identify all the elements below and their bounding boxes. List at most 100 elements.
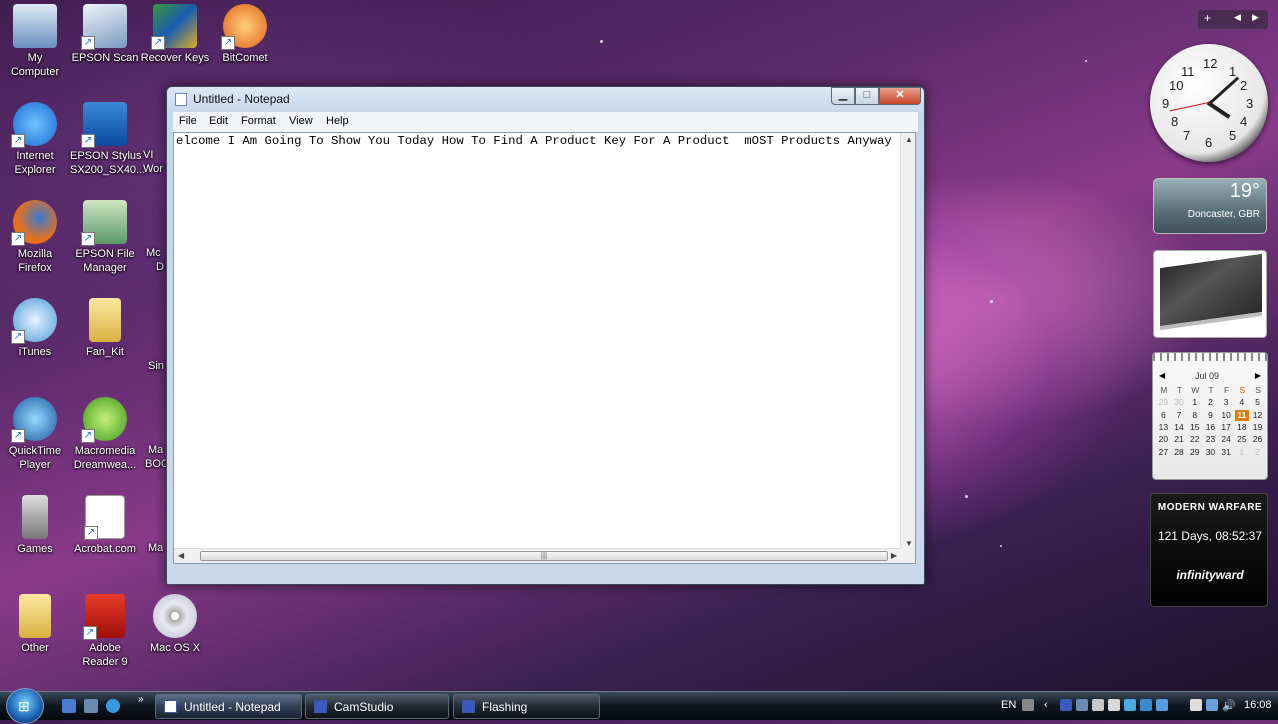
start-button[interactable]: ⊞ (6, 688, 44, 724)
menu-help[interactable]: Help (326, 115, 349, 127)
calendar-day[interactable]: 17 (1219, 422, 1234, 433)
countdown-gadget[interactable]: MODERN WARFARE 121 Days, 08:52:37 infini… (1150, 493, 1268, 607)
calendar-day[interactable]: 21 (1172, 434, 1187, 445)
weather-gadget[interactable]: 19° Doncaster, GBR (1153, 178, 1267, 234)
tray-app-icon[interactable] (1140, 699, 1152, 711)
quick-launch-expand-icon[interactable]: » (138, 694, 144, 705)
clock-time[interactable]: 16:08 (1244, 699, 1272, 711)
calendar-day[interactable]: 24 (1219, 434, 1234, 445)
notepad-window[interactable]: Untitled - Notepad ▁ □ ✕ File Edit Forma… (166, 86, 925, 585)
calendar-day[interactable]: 26 (1250, 434, 1265, 445)
calendar-day[interactable]: 7 (1172, 410, 1187, 421)
language-indicator[interactable]: EN (1001, 699, 1016, 711)
desktop-icon-firefox[interactable]: ↗ Mozilla Firefox (0, 200, 70, 275)
calendar-day[interactable]: 2 (1203, 397, 1218, 408)
taskbar-button-camstudio[interactable]: CamStudio (305, 694, 449, 719)
menu-view[interactable]: View (289, 115, 313, 127)
clock-gadget[interactable]: 12 1 2 3 4 5 6 7 8 9 10 11 (1150, 44, 1268, 162)
calendar-day[interactable]: 9 (1203, 410, 1218, 421)
tray-app-icon[interactable] (1060, 699, 1072, 711)
desktop-icon-epson-stylus[interactable]: ↗ EPSON Stylus SX200_SX40... (70, 102, 145, 177)
calendar-day[interactable]: 29 (1156, 397, 1171, 408)
calendar-prev-icon[interactable]: ◀ (1159, 371, 1165, 380)
tray-app-icon[interactable] (1076, 699, 1088, 711)
sound-card-gadget[interactable] (1153, 250, 1267, 338)
taskbar-button-notepad[interactable]: Untitled - Notepad (155, 694, 302, 719)
keyboard-icon[interactable] (1022, 699, 1034, 711)
calendar-day-today[interactable]: 11 (1234, 409, 1250, 421)
calendar-day[interactable]: 10 (1219, 410, 1234, 421)
calendar-day[interactable]: 1 (1187, 397, 1202, 408)
scroll-right-arrow-icon[interactable]: ▶ (891, 551, 897, 560)
tray-app-icon[interactable] (1124, 699, 1136, 711)
calendar-day[interactable]: 19 (1250, 422, 1265, 433)
desktop-icon-epson-scan[interactable]: ↗ EPSON Scan (70, 4, 140, 65)
horizontal-scrollbar[interactable]: ◀ ||| ▶ (174, 548, 901, 563)
calendar-day[interactable]: 8 (1187, 410, 1202, 421)
calendar-day[interactable]: 29 (1187, 447, 1202, 458)
desktop-icon-quicktime[interactable]: ↗ QuickTime Player (0, 397, 70, 472)
desktop-icon-my-computer[interactable]: My Computer (0, 4, 70, 79)
tray-app-icon[interactable] (1092, 699, 1104, 711)
volume-icon[interactable]: 🔊 (1222, 699, 1236, 712)
internet-explorer-icon[interactable] (106, 699, 120, 713)
calendar-day[interactable]: 25 (1235, 434, 1250, 445)
resize-grip[interactable] (900, 548, 915, 563)
desktop-icon-mac-os-x[interactable]: Mac OS X (140, 594, 210, 655)
calendar-day[interactable]: 20 (1156, 434, 1171, 445)
text-editor[interactable]: elcome I Am Going To Show You Today How … (173, 132, 916, 564)
calendar-gadget[interactable]: ◀ Jul 09 ▶ M T W T F S S 29 30 1 2 3 4 5 6 7 8 9 10 11 12 13 1… (1152, 352, 1268, 480)
minimize-button[interactable]: ▁ (831, 87, 855, 105)
next-icon[interactable]: ▶ (1252, 12, 1259, 23)
menu-file[interactable]: File (179, 115, 197, 127)
desktop-icon-itunes[interactable]: ↗ iTunes (0, 298, 70, 359)
calendar-day[interactable]: 31 (1219, 447, 1234, 458)
calendar-day[interactable]: 22 (1187, 434, 1202, 445)
menu-format[interactable]: Format (241, 115, 276, 127)
taskbar-button-flashing[interactable]: Flashing (453, 694, 600, 719)
desktop-icon-fan-kit[interactable]: Fan_Kit (70, 298, 140, 359)
calendar-day[interactable]: 13 (1156, 422, 1171, 433)
calendar-day[interactable]: 1 (1235, 447, 1250, 458)
maximize-button[interactable]: □ (855, 87, 879, 105)
desktop-icon-bitcomet[interactable]: ↗ BitComet (210, 4, 280, 65)
switch-windows-icon[interactable] (84, 699, 98, 713)
desktop-icon-acrobat-com[interactable]: ↗ Acrobat.com (70, 495, 140, 556)
calendar-next-icon[interactable]: ▶ (1255, 371, 1261, 380)
horizontal-scroll-thumb[interactable]: ||| (200, 551, 888, 561)
close-button[interactable]: ✕ (879, 87, 921, 105)
show-desktop-icon[interactable] (62, 699, 76, 713)
calendar-day[interactable]: 4 (1235, 397, 1250, 408)
add-gadget-icon[interactable]: + (1204, 11, 1211, 25)
calendar-day[interactable]: 23 (1203, 434, 1218, 445)
calendar-day[interactable]: 16 (1203, 422, 1218, 433)
calendar-day[interactable]: 18 (1235, 422, 1250, 433)
calendar-day[interactable]: 30 (1172, 397, 1187, 408)
previous-icon[interactable]: ◀ (1234, 12, 1241, 23)
desktop-icon-games[interactable]: Games (0, 495, 70, 556)
desktop-icon-internet-explorer[interactable]: ↗ Internet Explorer (0, 102, 70, 177)
vertical-scrollbar[interactable]: ▲ ▼ (900, 133, 915, 550)
title-bar[interactable]: Untitled - Notepad ▁ □ ✕ (167, 87, 924, 111)
scroll-left-arrow-icon[interactable]: ◀ (178, 551, 184, 560)
calendar-day[interactable]: 3 (1219, 397, 1234, 408)
tray-app-icon[interactable] (1156, 699, 1168, 711)
scroll-down-arrow-icon[interactable]: ▼ (905, 539, 913, 548)
safely-remove-hardware-icon[interactable] (1190, 699, 1202, 711)
desktop-icon-adobe-reader[interactable]: ↗ Adobe Reader 9 (70, 594, 140, 669)
calendar-day[interactable]: 28 (1172, 447, 1187, 458)
calendar-day[interactable]: 30 (1203, 447, 1218, 458)
network-icon[interactable] (1206, 699, 1218, 711)
calendar-day[interactable]: 15 (1187, 422, 1202, 433)
calendar-day[interactable]: 6 (1156, 410, 1171, 421)
calendar-day[interactable]: 27 (1156, 447, 1171, 458)
desktop-icon-dreamweaver[interactable]: ↗ Macromedia Dreamwea... (70, 397, 140, 472)
calendar-day[interactable]: 2 (1250, 447, 1265, 458)
tray-app-icon[interactable] (1108, 699, 1120, 711)
menu-edit[interactable]: Edit (209, 115, 228, 127)
scroll-up-arrow-icon[interactable]: ▲ (905, 135, 913, 144)
calendar-day[interactable]: 14 (1172, 422, 1187, 433)
calendar-day[interactable]: 12 (1250, 410, 1265, 421)
calendar-day[interactable]: 5 (1250, 397, 1265, 408)
tray-expand-icon[interactable]: ‹ (1044, 699, 1048, 711)
